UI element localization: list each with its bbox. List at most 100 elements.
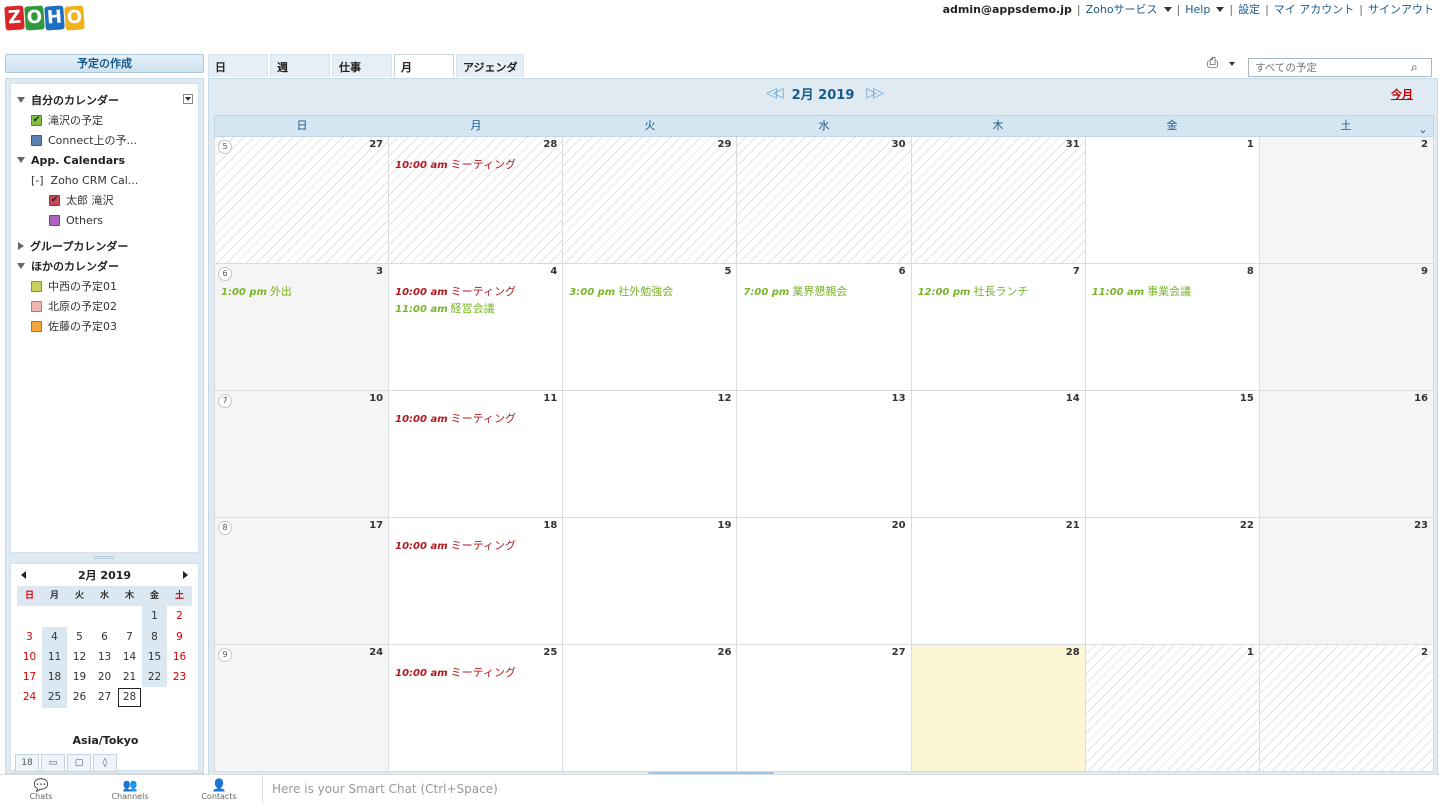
- reminder-icon[interactable]: ◊: [93, 754, 117, 772]
- week-number[interactable]: 9: [218, 648, 232, 662]
- mini-day[interactable]: 23: [167, 667, 192, 687]
- color-swatch-icon[interactable]: [31, 134, 42, 146]
- day-cell[interactable]: 21: [911, 518, 1085, 644]
- day-number[interactable]: 20: [892, 520, 906, 531]
- day-number[interactable]: 15: [1240, 393, 1254, 404]
- calendar-icon[interactable]: 18: [15, 754, 39, 772]
- day-cell[interactable]: 28: [911, 645, 1085, 771]
- day-number[interactable]: 8: [1247, 266, 1254, 277]
- mini-day[interactable]: 16: [167, 647, 192, 667]
- day-number[interactable]: 30: [892, 139, 906, 150]
- day-number[interactable]: 31: [1066, 139, 1080, 150]
- day-number[interactable]: 27: [369, 139, 383, 150]
- my-calendars-header[interactable]: 自分のカレンダー: [11, 90, 198, 110]
- day-cell[interactable]: 26: [563, 645, 737, 771]
- prev-month-double-arrow-icon[interactable]: ◁◁: [766, 85, 783, 101]
- mini-day[interactable]: 28: [117, 687, 142, 707]
- mini-day[interactable]: 18: [42, 667, 67, 688]
- contacts-button[interactable]: 👤 Contacts: [189, 779, 249, 802]
- day-cell[interactable]: 27: [737, 645, 911, 771]
- day-cell[interactable]: 18 10:00 am ミーティング: [389, 518, 563, 644]
- tab-view[interactable]: 月: [394, 54, 454, 77]
- day-cell[interactable]: 6 7:00 pm 業界懇親会: [737, 264, 911, 390]
- day-number[interactable]: 22: [1240, 520, 1254, 531]
- mini-day[interactable]: 21: [117, 667, 142, 687]
- mini-day[interactable]: 14: [117, 647, 142, 667]
- day-cell[interactable]: 8 17: [215, 518, 389, 644]
- tab-view[interactable]: アジェンダ: [456, 54, 524, 77]
- mini-day[interactable]: 15: [142, 646, 167, 668]
- day-cell[interactable]: 28 10:00 am ミーティング: [389, 137, 563, 263]
- mini-day[interactable]: 12: [67, 647, 92, 667]
- week-number[interactable]: 8: [218, 521, 232, 535]
- calendar-item[interactable]: Connect上の予...: [11, 130, 198, 150]
- day-number[interactable]: 4: [550, 266, 557, 277]
- day-cell[interactable]: 5 3:00 pm 社外勉強会: [563, 264, 737, 390]
- dropdown-arrow-icon[interactable]: [1216, 6, 1225, 12]
- day-cell[interactable]: 5 27: [215, 137, 389, 263]
- top-link[interactable]: Zohoサービス: [1086, 1, 1158, 17]
- resize-handle[interactable]: [94, 556, 114, 559]
- day-number[interactable]: 1: [1247, 647, 1254, 658]
- mini-day[interactable]: 20: [92, 667, 117, 687]
- smart-chat-input[interactable]: Here is your Smart Chat (Ctrl+Space): [262, 775, 1440, 803]
- day-cell[interactable]: 2: [1259, 137, 1433, 263]
- notes-icon[interactable]: ▢: [67, 754, 91, 772]
- zoho-logo[interactable]: ZOHO: [4, 5, 85, 31]
- day-number[interactable]: 23: [1414, 520, 1428, 531]
- calendar-options-dropdown-icon[interactable]: [183, 94, 193, 104]
- mini-day[interactable]: 25: [42, 687, 67, 708]
- day-cell[interactable]: 31: [911, 137, 1085, 263]
- calendar-event[interactable]: 3:00 pm 社外勉強会: [569, 283, 673, 299]
- zoho-crm-calendar-group[interactable]: [-] Zoho CRM Cal...: [11, 170, 198, 190]
- prev-month-icon[interactable]: [21, 571, 26, 579]
- day-number[interactable]: 26: [718, 647, 732, 658]
- color-swatch-icon[interactable]: [31, 300, 42, 312]
- checked-checkbox-icon[interactable]: ✔: [31, 114, 42, 126]
- day-cell[interactable]: 7 10: [215, 391, 389, 517]
- day-number[interactable]: 27: [892, 647, 906, 658]
- calendar-item[interactable]: 北原の予定02: [11, 296, 198, 316]
- day-number[interactable]: 25: [543, 647, 557, 658]
- mini-day[interactable]: 10: [17, 647, 42, 667]
- search-icon[interactable]: ⌕: [1411, 60, 1418, 75]
- calendar-event[interactable]: 7:00 pm 業界懇親会: [743, 283, 847, 299]
- chats-button[interactable]: 💬 Chats: [11, 779, 71, 802]
- create-event-button[interactable]: 予定の作成: [5, 54, 204, 73]
- mini-day[interactable]: 26: [67, 687, 92, 707]
- day-number[interactable]: 7: [1073, 266, 1080, 277]
- day-number[interactable]: 3: [376, 266, 383, 277]
- color-swatch-icon[interactable]: [31, 280, 42, 292]
- day-cell[interactable]: 11 10:00 am ミーティング: [389, 391, 563, 517]
- day-number[interactable]: 10: [369, 393, 383, 404]
- tab-view[interactable]: 日: [208, 54, 268, 77]
- mini-day[interactable]: 27: [92, 687, 117, 707]
- day-cell[interactable]: 7 12:00 pm 社長ランチ: [911, 264, 1085, 390]
- calendar-item[interactable]: Others: [11, 210, 198, 230]
- search-input[interactable]: [1248, 58, 1432, 77]
- day-cell[interactable]: 4 10:00 am ミーティング 11:00 am 経営会議: [389, 264, 563, 390]
- mini-day[interactable]: 8: [142, 626, 167, 647]
- this-month-link[interactable]: 今月: [1391, 86, 1413, 102]
- mini-day[interactable]: 22: [142, 667, 167, 688]
- day-cell[interactable]: 23: [1259, 518, 1433, 644]
- day-number[interactable]: 21: [1066, 520, 1080, 531]
- week-number[interactable]: 5: [218, 140, 232, 154]
- app-calendars-header[interactable]: App. Calendars: [11, 150, 198, 170]
- calendar-event[interactable]: 11:00 am 経営会議: [395, 300, 494, 316]
- calendar-item[interactable]: 佐藤の予定03: [11, 316, 198, 336]
- day-cell[interactable]: 15: [1085, 391, 1259, 517]
- day-cell[interactable]: 16: [1259, 391, 1433, 517]
- top-link[interactable]: Help: [1185, 3, 1210, 16]
- day-number[interactable]: 17: [369, 520, 383, 531]
- calendar-event[interactable]: 12:00 pm 社長ランチ: [918, 283, 1029, 299]
- color-swatch-icon[interactable]: [49, 214, 60, 226]
- tab-view[interactable]: 仕事: [332, 54, 392, 77]
- mini-day[interactable]: 3: [17, 627, 42, 647]
- day-number[interactable]: 1: [1247, 139, 1254, 150]
- mini-day[interactable]: 19: [67, 667, 92, 687]
- calendar-event[interactable]: 11:00 am 事業会議: [1092, 283, 1191, 299]
- day-number[interactable]: 2: [1421, 647, 1428, 658]
- day-number[interactable]: 29: [718, 139, 732, 150]
- day-number[interactable]: 28: [543, 139, 557, 150]
